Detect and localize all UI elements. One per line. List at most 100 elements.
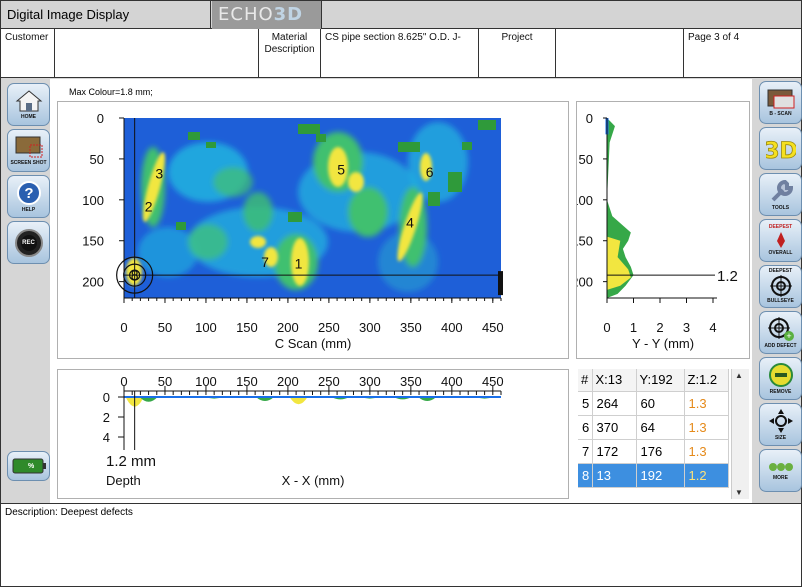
x-x-cursor-value: 1.2 mm — [106, 453, 156, 470]
y-tick-label: 200 — [577, 275, 593, 290]
x-tick-label: 150 — [236, 374, 258, 389]
screen-shot-label: SCREEN SHOT — [10, 160, 47, 166]
x-x-x-label: X - X (mm) — [282, 473, 345, 488]
table-row[interactable]: 5 264 60 1.3 — [578, 391, 729, 416]
defect-label-6: 6 — [426, 164, 434, 180]
col-header-y[interactable]: Y:192 — [636, 369, 685, 392]
y-tick-label: 50 — [579, 152, 593, 167]
project-value — [556, 29, 684, 77]
col-header-z[interactable]: Z:1.2 — [684, 369, 729, 392]
screen-shot-button[interactable]: SCREEN SHOT — [7, 129, 50, 172]
x-tick-label: 50 — [158, 374, 172, 389]
x-tick-label: 100 — [195, 374, 217, 389]
x-tick-label: 350 — [400, 374, 422, 389]
tools-label: TOOLS — [771, 205, 790, 211]
x-tick-label: 100 — [195, 320, 217, 335]
add-defect-icon: + — [767, 317, 794, 341]
col-header-x[interactable]: X:13 — [592, 369, 637, 392]
y-tick-label: 100 — [82, 193, 104, 208]
logo-text-3d: 3D — [273, 4, 304, 25]
deepest-overall-label-top: DEEPEST — [768, 224, 793, 230]
size-icon — [768, 409, 793, 433]
c-scan-panel[interactable]: 0 50 100 150 200 250 300 350 400 450 0 50 100 150 200 C… — [57, 101, 569, 359]
remove-button[interactable]: REMOVE — [759, 357, 802, 400]
x-x-panel[interactable]: 0 50 100 150 200 250 300 350 400 450 0 2 4 1.2 mm Dept… — [57, 369, 569, 499]
deepest-bullseye-button[interactable]: DEEPEST BULLSEYE — [759, 265, 802, 308]
x-tick-label: 150 — [236, 320, 258, 335]
wrench-icon — [771, 179, 793, 202]
help-button[interactable]: ? HELP — [7, 175, 50, 218]
y-tick-label: 2 — [103, 410, 110, 425]
record-button[interactable]: REC — [7, 221, 50, 264]
home-button[interactable]: HOME — [7, 83, 50, 126]
3d-button[interactable]: 3D — [759, 127, 802, 170]
tools-button[interactable]: TOOLS — [759, 173, 802, 216]
c-scan-plot[interactable]: 0 50 100 150 200 250 300 350 400 450050100150200C… — [58, 102, 568, 358]
deepest-bullseye-label: BULLSEYE — [767, 298, 794, 304]
scroll-up-icon[interactable]: ▲ — [735, 371, 743, 380]
logo-text-echo: ECHO — [218, 4, 274, 25]
col-header-number[interactable]: # — [578, 369, 593, 392]
left-toolbar: HOME SCREEN SHOT ? HELP REC % — [1, 79, 50, 503]
y-tick-label: 0 — [97, 111, 104, 126]
x-tick-label: 200 — [277, 320, 299, 335]
cell-x: 370 — [592, 415, 637, 440]
cell-z: 1.3 — [684, 415, 729, 440]
cell-y: 64 — [636, 415, 685, 440]
svg-text:?: ? — [24, 185, 33, 202]
defect-label-5: 5 — [337, 162, 345, 178]
cell-x: 264 — [592, 391, 637, 416]
deepest-overall-button[interactable]: DEEPEST OVERALL — [759, 219, 802, 262]
remove-icon — [768, 363, 793, 387]
y-tick-label: 0 — [586, 111, 593, 126]
x-tick-label: 1 — [630, 320, 637, 335]
y-tick-label: 150 — [82, 234, 104, 249]
cell-number: 8 — [578, 463, 593, 488]
table-row[interactable]: 7 172 176 1.3 — [578, 439, 729, 464]
table-row-selected[interactable]: 8 13 192 1.2 — [578, 463, 729, 488]
cell-x: 13 — [592, 463, 637, 488]
help-icon: ? — [16, 181, 41, 205]
add-defect-button[interactable]: + ADD DEFECT — [759, 311, 802, 354]
report-header: Customer Material Description CS pipe se… — [1, 29, 801, 78]
max-colour-readout: Max Colour=1.8 mm; — [69, 87, 153, 97]
record-label: REC — [22, 240, 35, 246]
cell-y: 192 — [636, 463, 685, 488]
defect-table-header: # X:13 Y:192 Z:1.2 — [578, 369, 729, 392]
table-row[interactable]: 6 370 64 1.3 — [578, 415, 729, 440]
scroll-down-icon[interactable]: ▼ — [735, 488, 743, 497]
cell-z: 1.3 — [684, 391, 729, 416]
svg-text:+: + — [786, 331, 791, 341]
svg-text:3D: 3D — [766, 139, 796, 164]
description-text: Description: Deepest defects — [5, 507, 133, 518]
x-tick-label: 0 — [120, 374, 127, 389]
y-y-panel[interactable]: 0 50 100 150 200 0 1 2 3 4 Y - Y (mm) 1.2 — [576, 101, 750, 359]
x-tick-label: 3 — [683, 320, 690, 335]
y-y-cursor-value: 1.2 — [717, 268, 738, 285]
c-scan-heatmap — [124, 118, 501, 298]
cell-number: 7 — [578, 439, 593, 464]
y-y-x-label: Y - Y (mm) — [632, 336, 694, 351]
y-y-plot: 0 50 100 150 200 0 1 2 3 4 Y - Y (mm) 1.2 — [577, 111, 738, 351]
cell-z: 1.3 — [684, 439, 729, 464]
b-scan-icon — [767, 89, 794, 109]
home-icon — [15, 90, 42, 112]
cell-number: 6 — [578, 415, 593, 440]
window-title: Digital Image Display — [1, 1, 211, 29]
description-box[interactable]: Description: Deepest defects — [1, 503, 801, 586]
defect-label-4: 4 — [406, 215, 414, 231]
size-button[interactable]: SIZE — [759, 403, 802, 446]
x-tick-label: 250 — [318, 374, 340, 389]
project-label: Project — [479, 29, 556, 77]
b-scan-button[interactable]: B - SCAN — [759, 81, 802, 124]
x-x-plot: 0 50 100 150 200 250 300 350 400 450 0 2 4 1.2 mm Dept… — [103, 374, 504, 488]
x-tick-label: 200 — [277, 374, 299, 389]
more-button[interactable]: MORE — [759, 449, 802, 492]
x-tick-label: 450 — [482, 320, 504, 335]
help-label: HELP — [21, 207, 36, 213]
cell-y: 176 — [636, 439, 685, 464]
material-value: CS pipe section 8.625" O.D. J- — [321, 29, 479, 77]
page-indicator: Page 3 of 4 — [688, 32, 740, 43]
defect-label-3: 3 — [155, 166, 163, 182]
table-scrollbar[interactable]: ▲ ▼ — [731, 369, 749, 499]
